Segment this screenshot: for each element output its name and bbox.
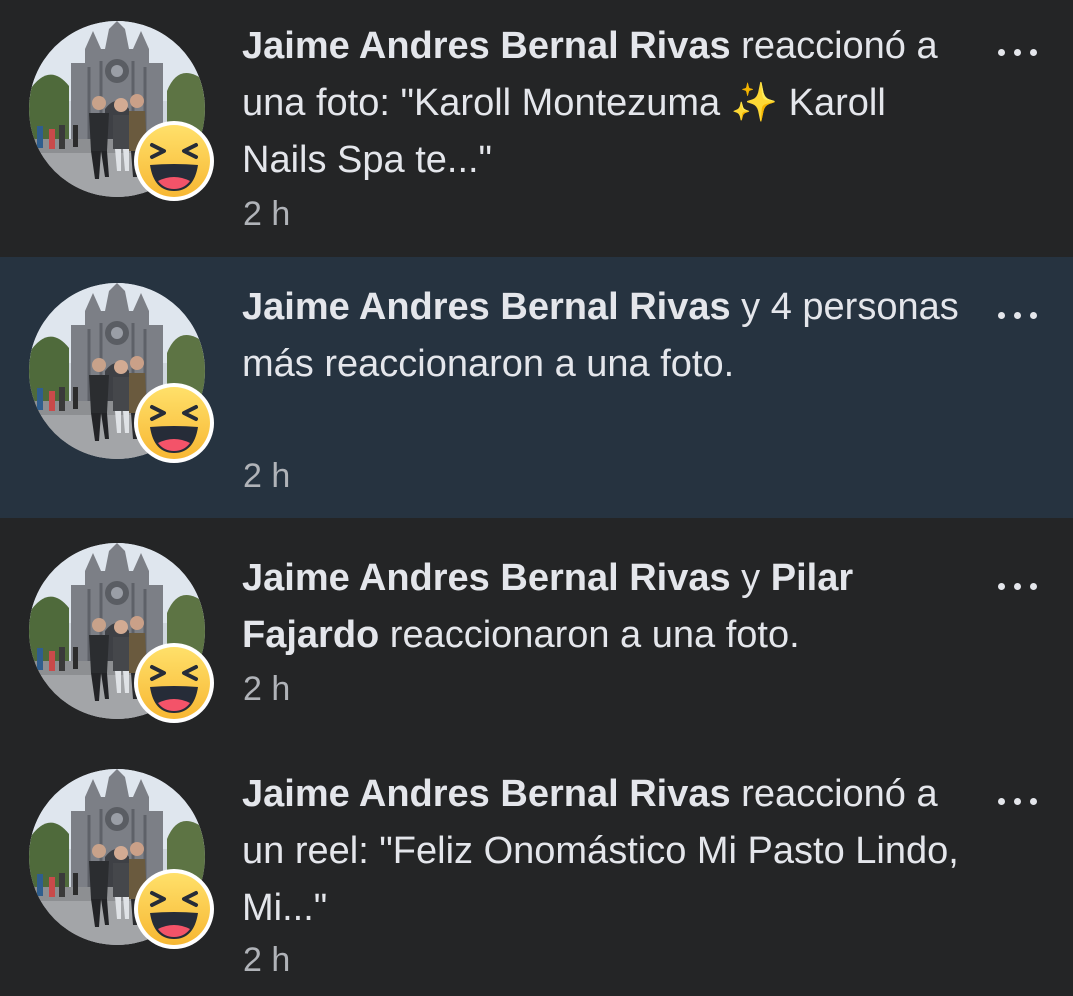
actor-name[interactable]: Jaime Andres Bernal Rivas [242,286,731,328]
actor-name[interactable]: Jaime Andres Bernal Rivas [242,557,731,599]
avatar[interactable] [29,769,205,945]
more-options-icon[interactable] [996,40,1040,64]
notification-connector: y [730,557,771,599]
actor-name[interactable]: Jaime Andres Bernal Rivas [242,25,731,67]
notification-action: reaccionaron a una foto. [379,614,800,656]
notifications-list: Jaime Andres Bernal Rivas reaccionó a un… [0,0,1073,996]
more-options-icon[interactable] [996,574,1040,598]
notification-item[interactable]: Jaime Andres Bernal Rivas y Pilar Fajard… [0,518,1073,744]
more-options-icon[interactable] [996,303,1040,327]
notification-text: Jaime Andres Bernal Rivas reaccionó a un… [242,18,962,189]
notification-text: Jaime Andres Bernal Rivas y Pilar Fajard… [242,550,962,664]
notification-text: Jaime Andres Bernal Rivas reaccionó a un… [242,766,962,937]
haha-emoji-icon [132,641,216,725]
actor-name[interactable]: Jaime Andres Bernal Rivas [242,773,731,815]
avatar[interactable] [29,21,205,197]
notification-text: Jaime Andres Bernal Rivas y 4 personas m… [242,279,962,393]
timestamp: 2 h [243,941,291,979]
haha-emoji-icon [132,119,216,203]
notification-item-unread[interactable]: Jaime Andres Bernal Rivas y 4 personas m… [0,257,1073,518]
avatar[interactable] [29,543,205,719]
timestamp: 2 h [243,195,291,233]
more-options-icon[interactable] [996,789,1040,813]
timestamp: 2 h [243,457,291,495]
haha-emoji-icon [132,381,216,465]
timestamp: 2 h [243,670,291,708]
avatar[interactable] [29,283,205,459]
notification-item[interactable]: Jaime Andres Bernal Rivas reaccionó a un… [0,744,1073,996]
notification-item[interactable]: Jaime Andres Bernal Rivas reaccionó a un… [0,0,1073,257]
haha-emoji-icon [132,867,216,951]
